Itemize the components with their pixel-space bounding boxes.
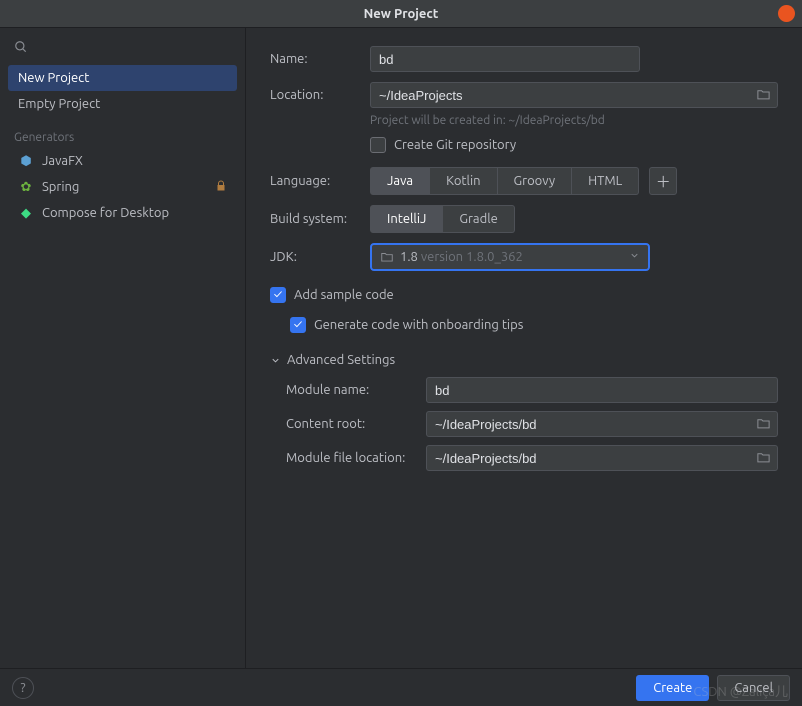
language-kotlin[interactable]: Kotlin — [430, 167, 497, 195]
build-intellij[interactable]: IntelliJ — [370, 205, 443, 233]
sidebar-item-label: Spring — [42, 180, 79, 194]
location-hint: Project will be created in: ~/IdeaProjec… — [370, 114, 778, 127]
sample-code-row[interactable]: Add sample code — [270, 287, 778, 303]
titlebar: New Project — [0, 0, 802, 28]
create-button[interactable]: Create — [636, 675, 709, 701]
sidebar-item-label: JavaFX — [42, 154, 83, 168]
language-groovy[interactable]: Groovy — [498, 167, 573, 195]
footer: ? Create Cancel — [0, 668, 802, 706]
javafx-icon: ⬢ — [18, 154, 34, 169]
language-java[interactable]: Java — [370, 167, 430, 195]
onboarding-checkbox[interactable] — [290, 317, 306, 333]
sidebar-item-label: Compose for Desktop — [42, 206, 169, 220]
sidebar-item-spring[interactable]: ✿ Spring — [8, 174, 237, 200]
module-file-label: Module file location: — [286, 451, 426, 465]
build-group: IntelliJ Gradle — [370, 205, 515, 233]
module-name-label: Module name: — [286, 383, 426, 397]
language-html[interactable]: HTML — [572, 167, 639, 195]
onboarding-row[interactable]: Generate code with onboarding tips — [290, 317, 778, 333]
advanced-settings-toggle[interactable]: Advanced Settings — [270, 353, 778, 367]
close-icon[interactable] — [778, 5, 795, 22]
content-root-input[interactable] — [426, 411, 778, 437]
help-button[interactable]: ? — [12, 677, 34, 699]
content-root-label: Content root: — [286, 417, 426, 431]
advanced-settings-label: Advanced Settings — [287, 353, 395, 367]
cancel-button[interactable]: Cancel — [717, 675, 790, 701]
sample-code-label: Add sample code — [294, 288, 394, 302]
search-icon[interactable] — [14, 40, 28, 54]
window-title: New Project — [364, 7, 439, 21]
add-language-button[interactable]: ＋ — [649, 167, 677, 195]
generators-header: Generators — [0, 117, 245, 148]
location-label: Location: — [270, 88, 370, 102]
jdk-label: JDK: — [270, 250, 370, 264]
jdk-value: 1.8 version 1.8.0_362 — [400, 250, 523, 264]
spring-icon: ✿ — [18, 180, 34, 195]
onboarding-label: Generate code with onboarding tips — [314, 318, 523, 332]
sidebar-item-compose[interactable]: ◆ Compose for Desktop — [8, 200, 237, 226]
module-file-input[interactable] — [426, 445, 778, 471]
create-git-row[interactable]: Create Git repository — [370, 137, 778, 153]
chevron-down-icon — [629, 250, 640, 264]
sidebar-item-new-project[interactable]: New Project — [8, 65, 237, 91]
language-label: Language: — [270, 174, 370, 188]
create-git-label: Create Git repository — [394, 138, 516, 152]
create-git-checkbox[interactable] — [370, 137, 386, 153]
location-input[interactable] — [370, 82, 778, 108]
sidebar-item-label: Empty Project — [18, 97, 100, 111]
name-label: Name: — [270, 52, 370, 66]
compose-icon: ◆ — [18, 206, 34, 221]
chevron-down-icon — [270, 355, 281, 366]
sidebar-item-empty-project[interactable]: Empty Project — [8, 91, 237, 117]
folder-icon — [380, 250, 394, 264]
module-name-input[interactable] — [426, 377, 778, 403]
sidebar-item-label: New Project — [18, 71, 89, 85]
jdk-dropdown[interactable]: 1.8 version 1.8.0_362 — [370, 243, 650, 271]
build-label: Build system: — [270, 212, 370, 226]
sidebar-item-javafx[interactable]: ⬢ JavaFX — [8, 148, 237, 174]
language-group: Java Kotlin Groovy HTML — [370, 167, 639, 195]
sidebar: New Project Empty Project Generators ⬢ J… — [0, 28, 246, 668]
name-input[interactable] — [370, 46, 640, 72]
sample-code-checkbox[interactable] — [270, 287, 286, 303]
build-gradle[interactable]: Gradle — [443, 205, 514, 233]
lock-icon — [215, 180, 227, 195]
content-pane: Name: Location: Project will be created … — [246, 28, 802, 668]
